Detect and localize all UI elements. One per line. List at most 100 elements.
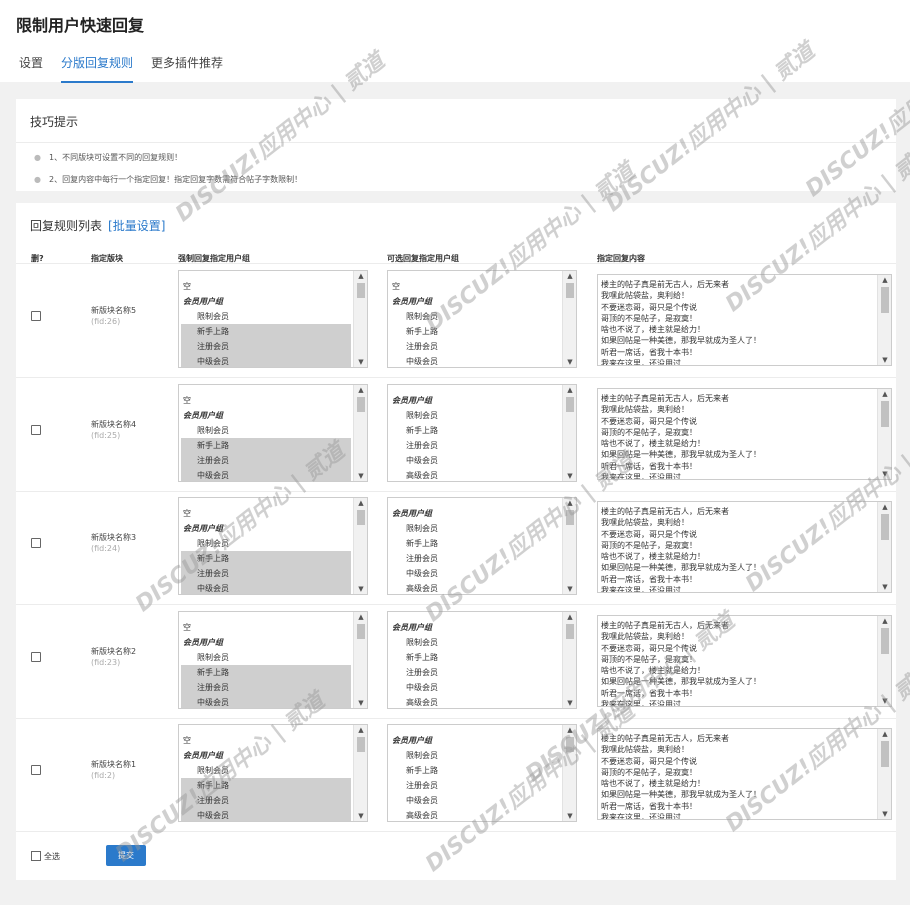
group-option[interactable]: 会员用户组	[181, 408, 351, 423]
group-option[interactable]: 限制会员	[181, 423, 351, 438]
scrollbar[interactable]: ▲ ▼	[562, 498, 576, 594]
scroll-up-icon[interactable]: ▲	[354, 726, 367, 734]
group-option[interactable]: 新手上路	[181, 438, 351, 453]
group-option[interactable]: 新手上路	[181, 324, 351, 339]
group-option[interactable]: 新手上路	[390, 423, 560, 438]
scroll-down-icon[interactable]: ▼	[563, 812, 576, 820]
scroll-down-icon[interactable]: ▼	[878, 697, 891, 705]
scrollbar[interactable]: ▲ ▼	[562, 612, 576, 708]
scroll-up-icon[interactable]: ▲	[354, 613, 367, 621]
group-option[interactable]: 中级会员	[181, 354, 351, 367]
group-option[interactable]: 限制会员	[181, 309, 351, 324]
delete-checkbox[interactable]	[31, 765, 41, 775]
group-option[interactable]: 会员用户组	[390, 294, 560, 309]
select-all-checkbox[interactable]	[31, 851, 41, 861]
group-option[interactable]: 会员用户组	[390, 506, 560, 521]
group-option[interactable]: 限制会员	[390, 309, 560, 324]
scroll-thumb[interactable]	[881, 741, 889, 767]
scroll-up-icon[interactable]: ▲	[354, 499, 367, 507]
group-option[interactable]: 注册会员	[390, 438, 560, 453]
group-option[interactable]: 会员用户组	[390, 620, 560, 635]
optional-groups-select[interactable]: 会员用户组限制会员新手上路注册会员中级会员高级会员金牌会员▲▼	[387, 611, 577, 709]
scroll-thumb[interactable]	[566, 510, 574, 525]
reply-content-textarea[interactable]: 楼主的帖子真是前无古人，后无来者 我嘿此帖袋盐，奥利给！ 不要迷恋哥，哥只是个传…	[597, 728, 892, 820]
group-option[interactable]: 注册会员	[390, 665, 560, 680]
reply-content-textarea[interactable]: 楼主的帖子真是前无古人，后无来者 我嘿此帖袋盐，奥利给！ 不要迷恋哥，哥只是个传…	[597, 388, 892, 480]
scroll-up-icon[interactable]: ▲	[563, 726, 576, 734]
optional-groups-select[interactable]: 空会员用户组限制会员新手上路注册会员中级会员高级会员▲▼	[387, 270, 577, 368]
scroll-thumb[interactable]	[566, 397, 574, 412]
scroll-down-icon[interactable]: ▼	[878, 356, 891, 364]
scroll-up-icon[interactable]: ▲	[878, 617, 891, 625]
scrollbar[interactable]: ▲ ▼	[353, 612, 367, 708]
group-option[interactable]: 新手上路	[181, 778, 351, 793]
group-option[interactable]: 限制会员	[390, 748, 560, 763]
group-option[interactable]: 中级会员	[181, 581, 351, 594]
group-option[interactable]: 注册会员	[390, 778, 560, 793]
scroll-thumb[interactable]	[881, 514, 889, 540]
scroll-down-icon[interactable]: ▼	[354, 812, 367, 820]
scroll-up-icon[interactable]: ▲	[563, 272, 576, 280]
group-option[interactable]: 空	[390, 279, 560, 294]
scroll-up-icon[interactable]: ▲	[354, 272, 367, 280]
group-option[interactable]: 中级会员	[390, 354, 560, 367]
scrollbar[interactable]: ▲ ▼	[877, 275, 891, 365]
group-option[interactable]: 会员用户组	[390, 733, 560, 748]
scrollbar[interactable]: ▲ ▼	[877, 616, 891, 706]
scroll-thumb[interactable]	[566, 624, 574, 639]
group-option[interactable]: 空	[181, 620, 351, 635]
scroll-up-icon[interactable]: ▲	[563, 499, 576, 507]
scroll-up-icon[interactable]: ▲	[563, 613, 576, 621]
tab-more-plugins[interactable]: 更多插件推荐	[151, 54, 223, 83]
scroll-up-icon[interactable]: ▲	[878, 503, 891, 511]
scrollbar[interactable]: ▲ ▼	[353, 725, 367, 821]
scroll-up-icon[interactable]: ▲	[878, 730, 891, 738]
group-option[interactable]: 中级会员	[390, 453, 560, 468]
scrollbar[interactable]: ▲ ▼	[353, 385, 367, 481]
forced-groups-select[interactable]: 空会员用户组限制会员新手上路注册会员中级会员高级会员▲▼	[178, 724, 368, 822]
scroll-thumb[interactable]	[881, 401, 889, 427]
scroll-down-icon[interactable]: ▼	[563, 472, 576, 480]
delete-checkbox[interactable]	[31, 311, 41, 321]
scroll-down-icon[interactable]: ▼	[878, 810, 891, 818]
scroll-down-icon[interactable]: ▼	[354, 585, 367, 593]
group-option[interactable]: 限制会员	[390, 521, 560, 536]
reply-content-textarea[interactable]: 楼主的帖子真是前无古人，后无来者 我嘿此帖袋盐，奥利给！ 不要迷恋哥，哥只是个传…	[597, 501, 892, 593]
reply-content-textarea[interactable]: 楼主的帖子真是前无古人，后无来者 我嘿此帖袋盐，奥利给！ 不要迷恋哥，哥只是个传…	[597, 274, 892, 366]
group-option[interactable]: 会员用户组	[390, 393, 560, 408]
group-option[interactable]: 高级会员	[390, 695, 560, 708]
group-option[interactable]: 高级会员	[390, 468, 560, 481]
scroll-thumb[interactable]	[357, 397, 365, 412]
group-option[interactable]: 限制会员	[181, 650, 351, 665]
group-option[interactable]: 注册会员	[181, 339, 351, 354]
scrollbar[interactable]: ▲ ▼	[877, 729, 891, 819]
scrollbar[interactable]: ▲ ▼	[877, 502, 891, 592]
group-option[interactable]: 限制会员	[181, 763, 351, 778]
scroll-up-icon[interactable]: ▲	[878, 390, 891, 398]
submit-button[interactable]: 提交	[106, 845, 146, 866]
scrollbar[interactable]: ▲ ▼	[562, 725, 576, 821]
forced-groups-select[interactable]: 空会员用户组限制会员新手上路注册会员中级会员高级会员▲▼	[178, 611, 368, 709]
group-option[interactable]: 新手上路	[390, 650, 560, 665]
scroll-down-icon[interactable]: ▼	[354, 472, 367, 480]
forced-groups-select[interactable]: 空会员用户组限制会员新手上路注册会员中级会员高级会员▲▼	[178, 497, 368, 595]
group-option[interactable]: 中级会员	[181, 808, 351, 821]
scroll-down-icon[interactable]: ▼	[878, 583, 891, 591]
group-option[interactable]: 新手上路	[390, 763, 560, 778]
group-option[interactable]: 新手上路	[390, 324, 560, 339]
group-option[interactable]: 注册会员	[181, 566, 351, 581]
group-option[interactable]: 新手上路	[181, 551, 351, 566]
group-option[interactable]: 注册会员	[390, 551, 560, 566]
delete-checkbox[interactable]	[31, 425, 41, 435]
tab-forum-rules[interactable]: 分版回复规则	[61, 54, 134, 83]
batch-settings-link[interactable]: [批量设置]	[108, 219, 165, 233]
scrollbar[interactable]: ▲ ▼	[562, 271, 576, 367]
delete-checkbox[interactable]	[31, 652, 41, 662]
scroll-thumb[interactable]	[357, 624, 365, 639]
scroll-thumb[interactable]	[566, 283, 574, 298]
scroll-thumb[interactable]	[566, 737, 574, 752]
group-option[interactable]: 高级会员	[390, 581, 560, 594]
group-option[interactable]: 注册会员	[181, 793, 351, 808]
group-option[interactable]: 中级会员	[181, 695, 351, 708]
group-option[interactable]: 注册会员	[181, 453, 351, 468]
